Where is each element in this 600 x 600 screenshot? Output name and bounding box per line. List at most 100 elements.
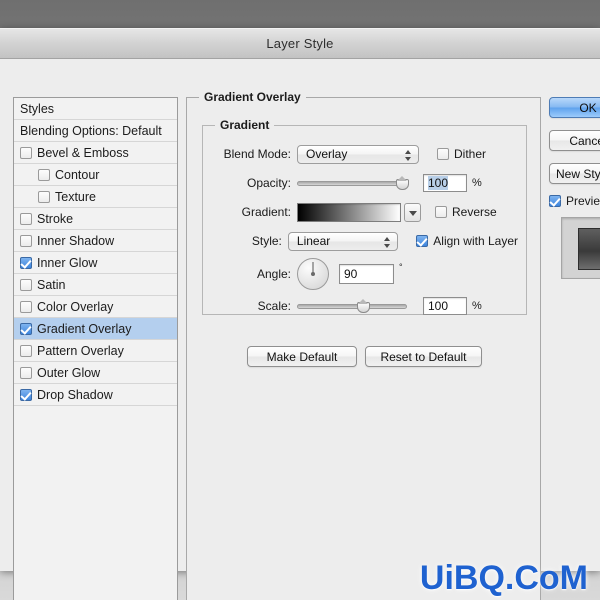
checkbox-align-with-layer[interactable] [416, 235, 429, 247]
style-label-inner-glow: Inner Glow [37, 255, 98, 270]
opacity-value: 100 [428, 176, 449, 190]
style-select[interactable]: Linear [287, 231, 399, 251]
checkbox-satin[interactable] [20, 278, 32, 291]
style-label-bevel-emboss: Bevel & Emboss [37, 145, 129, 160]
checkbox-gradient-overlay[interactable] [20, 322, 32, 335]
scale-slider-track[interactable] [297, 304, 407, 309]
reset-to-default-button[interactable]: Reset to Default [365, 346, 482, 367]
gradient-subgroup: Gradient Blend Mode: Overlay Dither Opac… [202, 118, 527, 315]
blend-mode-select[interactable]: Overlay [297, 144, 419, 164]
checkbox-reverse[interactable] [435, 206, 447, 218]
style-row-outer-glow[interactable]: Outer Glow [14, 362, 177, 384]
style-label-drop-shadow: Drop Shadow [37, 387, 113, 402]
style-row: Style: Linear Align with Layer [203, 231, 518, 251]
preview-checkbox-row[interactable]: Preview [549, 194, 600, 208]
ok-button[interactable]: OK [549, 97, 600, 118]
style-label-gradient-overlay: Gradient Overlay [37, 321, 132, 336]
checkbox-outer-glow[interactable] [20, 366, 32, 379]
angle-value: 90 [344, 267, 358, 281]
opacity-unit: % [472, 177, 482, 189]
make-default-label: Make Default [266, 349, 338, 364]
styles-list-header[interactable]: Styles [14, 98, 177, 120]
dialog-body: Styles Blending Options: Default Bevel &… [0, 59, 600, 600]
checkbox-bevel-emboss[interactable] [20, 146, 32, 159]
blending-options-row[interactable]: Blending Options: Default [14, 120, 177, 142]
gradient-overlay-panel: Gradient Overlay Gradient Blend Mode: Ov… [186, 90, 541, 600]
new-style-label: New Style... [555, 166, 600, 181]
blend-mode-value: Overlay [306, 147, 348, 161]
watermark: UiBQ.CoM [419, 559, 588, 597]
align-with-layer-label: Align with Layer [433, 234, 518, 248]
preview-label: Preview [566, 194, 600, 208]
opacity-slider-track[interactable] [297, 181, 409, 186]
updown-arrows-icon [405, 148, 412, 163]
checkbox-inner-shadow[interactable] [20, 234, 32, 247]
cancel-button[interactable]: Cancel [549, 130, 600, 151]
checkbox-pattern-overlay[interactable] [20, 344, 32, 357]
style-label-texture: Texture [55, 189, 96, 204]
new-style-button[interactable]: New Style... [549, 163, 600, 184]
scale-input[interactable]: 100 [423, 297, 467, 315]
angle-row: Angle: 90 ° [203, 256, 518, 292]
angle-dial[interactable] [297, 258, 329, 290]
angle-label: Angle: [256, 267, 291, 281]
style-row-contour[interactable]: Contour [14, 164, 177, 186]
dialog-titlebar[interactable]: Layer Style [0, 28, 600, 59]
dialog-actions-panel: OK Cancel New Style... Preview [549, 97, 600, 279]
checkbox-contour[interactable] [38, 168, 50, 181]
ok-label: OK [579, 100, 597, 115]
preview-swatch [578, 228, 600, 270]
styles-list-panel[interactable]: Styles Blending Options: Default Bevel &… [13, 97, 178, 600]
blend-mode-label: Blend Mode: [223, 147, 291, 161]
style-label-contour: Contour [55, 167, 100, 182]
gradient-overlay-group-title: Gradient Overlay [199, 90, 306, 104]
style-row-stroke[interactable]: Stroke [14, 208, 177, 230]
style-label-outer-glow: Outer Glow [37, 365, 101, 380]
styles-header-label: Styles [20, 101, 55, 116]
dither-checkbox-row[interactable]: Dither [437, 147, 486, 161]
style-row-color-overlay[interactable]: Color Overlay [14, 296, 177, 318]
reverse-checkbox-row[interactable]: Reverse [435, 205, 497, 219]
gradient-preset-dropdown-icon[interactable] [404, 202, 421, 222]
dither-label: Dither [454, 147, 487, 161]
style-label-color-overlay: Color Overlay [37, 299, 114, 314]
style-row-inner-glow[interactable]: Inner Glow [14, 252, 177, 274]
style-row-pattern-overlay[interactable]: Pattern Overlay [14, 340, 177, 362]
reverse-label: Reverse [452, 205, 497, 219]
style-row-gradient-overlay[interactable]: Gradient Overlay [14, 318, 177, 340]
scale-slider-thumb[interactable] [357, 299, 370, 313]
opacity-input[interactable]: 100 [423, 174, 467, 192]
style-row-bevel-emboss[interactable]: Bevel & Emboss [14, 142, 177, 164]
angle-input[interactable]: 90 [339, 264, 394, 284]
checkbox-inner-glow[interactable] [20, 256, 32, 269]
blending-options-label: Blending Options: Default [20, 123, 162, 138]
scale-unit: % [472, 300, 482, 312]
checkbox-preview[interactable] [549, 195, 561, 207]
make-default-button[interactable]: Make Default [247, 346, 357, 367]
cancel-label: Cancel [569, 133, 600, 148]
gradient-label: Gradient: [241, 205, 291, 219]
checkbox-texture[interactable] [38, 190, 50, 203]
screen-root: Layer Style Styles Blending Options: Def… [0, 0, 600, 600]
opacity-slider[interactable] [297, 176, 409, 190]
style-label-inner-shadow: Inner Shadow [37, 233, 115, 248]
align-with-layer-row[interactable]: Align with Layer [416, 234, 518, 248]
angle-hub-icon [311, 272, 315, 276]
style-label-stroke: Stroke [37, 211, 74, 226]
scale-slider[interactable] [297, 299, 407, 313]
style-row-texture[interactable]: Texture [14, 186, 177, 208]
style-row-inner-shadow[interactable]: Inner Shadow [14, 230, 177, 252]
checkbox-drop-shadow[interactable] [20, 388, 32, 401]
style-label-pattern-overlay: Pattern Overlay [37, 343, 124, 358]
checkbox-color-overlay[interactable] [20, 300, 32, 313]
style-row-satin[interactable]: Satin [14, 274, 177, 296]
gradient-swatch[interactable] [297, 202, 401, 222]
checkbox-stroke[interactable] [20, 212, 32, 225]
opacity-slider-thumb[interactable] [396, 176, 409, 190]
scale-value: 100 [428, 299, 449, 313]
reset-to-default-label: Reset to Default [380, 349, 467, 364]
gradient-group-title: Gradient [215, 118, 275, 132]
style-row-drop-shadow[interactable]: Drop Shadow [14, 384, 177, 406]
gradient-row: Gradient: Reverse [203, 202, 518, 222]
checkbox-dither[interactable] [437, 148, 449, 160]
